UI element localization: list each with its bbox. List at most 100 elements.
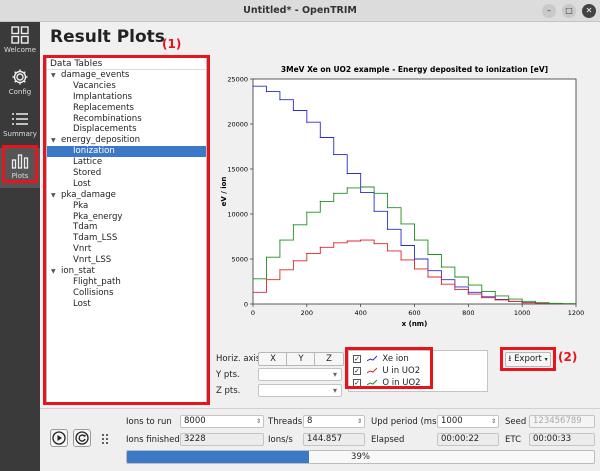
etc-label: ETC: [505, 435, 521, 445]
ions-to-run-value: 8000: [184, 416, 206, 426]
window-title: Untitled* - OpenTRIM: [243, 5, 357, 16]
play-icon: [52, 431, 66, 445]
data-point: [252, 278, 254, 280]
window-titlebar: Untitled* - OpenTRIM – □ ✕: [0, 0, 600, 22]
progress-label: 39%: [351, 452, 370, 462]
sidebar-item-welcome[interactable]: Welcome: [0, 22, 40, 62]
data-point: [319, 246, 321, 248]
spinner-arrows-icon[interactable]: ⇕: [491, 416, 496, 427]
highlight-box-tree: [43, 55, 210, 405]
spinner-arrows-icon[interactable]: ⇕: [357, 416, 362, 427]
data-point: [306, 211, 308, 213]
maximize-button[interactable]: □: [562, 4, 576, 18]
data-point: [279, 269, 281, 271]
threads-value: 8: [307, 416, 313, 426]
highlight-box-export: [500, 347, 556, 371]
data-point: [521, 302, 523, 304]
data-point: [508, 298, 510, 300]
plot-area[interactable]: 3MeV Xe on UO2 example - Energy deposite…: [216, 57, 596, 343]
upd-period-value: 1000: [441, 416, 463, 426]
data-point: [413, 239, 416, 241]
axis-y-button[interactable]: Y: [286, 352, 316, 366]
data-point: [292, 109, 294, 112]
sidebar: Welcome Config Summary Plots: [0, 22, 40, 471]
x-tick-label: 0: [251, 309, 255, 317]
data-point: [575, 303, 577, 305]
data-point: [454, 289, 456, 291]
sidebar-item-label: Welcome: [3, 46, 37, 54]
data-point: [265, 91, 268, 93]
reset-button[interactable]: [73, 429, 91, 447]
run-button[interactable]: [50, 429, 68, 447]
grid-icon: [11, 26, 29, 44]
spinner-arrows-icon[interactable]: ⇕: [256, 416, 261, 427]
seed-input[interactable]: 123456789: [529, 415, 595, 428]
data-point: [265, 256, 268, 258]
sidebar-item-config[interactable]: Config: [0, 64, 40, 104]
seed-label: Seed: [505, 417, 527, 427]
elapsed-value: 00:00:22: [441, 434, 480, 444]
y-axis-label: eV / ion: [220, 177, 228, 207]
data-point: [292, 224, 294, 226]
data-point: [252, 291, 254, 293]
zpts-select[interactable]: ▾: [258, 384, 342, 397]
data-point: [346, 187, 348, 189]
minimize-button[interactable]: –: [542, 4, 556, 18]
threads-input[interactable]: 8 ⇕: [303, 415, 365, 428]
data-point: [561, 303, 564, 305]
data-point: [360, 186, 362, 188]
zpts-label: Z pts.: [216, 386, 241, 396]
x-axis-label: x (nm): [402, 320, 428, 328]
annotation-2: (2): [558, 350, 578, 364]
data-point: [373, 210, 375, 212]
data-point: [252, 85, 254, 87]
sidebar-item-label: Summary: [3, 130, 37, 138]
elapsed-field: 00:00:22: [437, 433, 499, 446]
axis-x-button[interactable]: X: [258, 352, 288, 366]
data-point: [508, 300, 510, 303]
chart-title: 3MeV Xe on UO2 example - Energy deposite…: [281, 65, 548, 74]
data-point: [346, 240, 348, 242]
y-tick-label: 10000: [227, 210, 248, 218]
data-point: [400, 244, 402, 247]
data-point: [548, 302, 550, 304]
data-point: [386, 228, 389, 230]
data-point: [494, 295, 496, 297]
drag-handle-icon[interactable]: [101, 433, 109, 445]
threads-label: Threads: [268, 417, 303, 427]
data-point: [346, 172, 348, 175]
reset-icon: [75, 431, 89, 445]
data-point: [373, 243, 375, 245]
etc-field: 00:00:33: [529, 433, 595, 446]
data-point: [440, 266, 443, 268]
chevron-down-icon: ▾: [332, 386, 337, 395]
data-point: [319, 200, 321, 202]
upd-period-label: Upd period (ms): [371, 417, 440, 427]
data-point: [467, 284, 469, 286]
page-title: Result Plots: [50, 27, 165, 47]
ions-to-run-input[interactable]: 8000 ⇕: [180, 415, 264, 428]
data-point: [279, 239, 281, 241]
chevron-down-icon: ▾: [332, 370, 337, 379]
sidebar-item-label: Config: [8, 88, 32, 96]
y-tick-label: 25000: [227, 75, 248, 83]
upd-period-input[interactable]: 1000 ⇕: [437, 415, 499, 428]
data-point: [400, 259, 402, 261]
axis-z-button[interactable]: Z: [314, 352, 344, 366]
x-tick-label: 600: [408, 309, 420, 317]
data-point: [306, 253, 308, 255]
sidebar-item-summary[interactable]: Summary: [0, 106, 40, 146]
annotation-1: (1): [162, 37, 182, 51]
ypts-select[interactable]: ▾: [258, 368, 342, 381]
close-window-button[interactable]: ✕: [582, 4, 596, 18]
ions-s-value: 144.857: [307, 434, 343, 444]
y-tick-label: 15000: [227, 165, 248, 173]
ions-s-field: 144.857: [303, 433, 365, 446]
x-tick-label: 200: [301, 309, 313, 317]
x-tick-label: 400: [354, 309, 366, 317]
data-point: [306, 121, 308, 123]
plot-frame: [252, 78, 577, 305]
progress-bar: 39%: [126, 450, 595, 464]
data-point: [494, 299, 496, 301]
etc-value: 00:00:33: [533, 434, 572, 444]
